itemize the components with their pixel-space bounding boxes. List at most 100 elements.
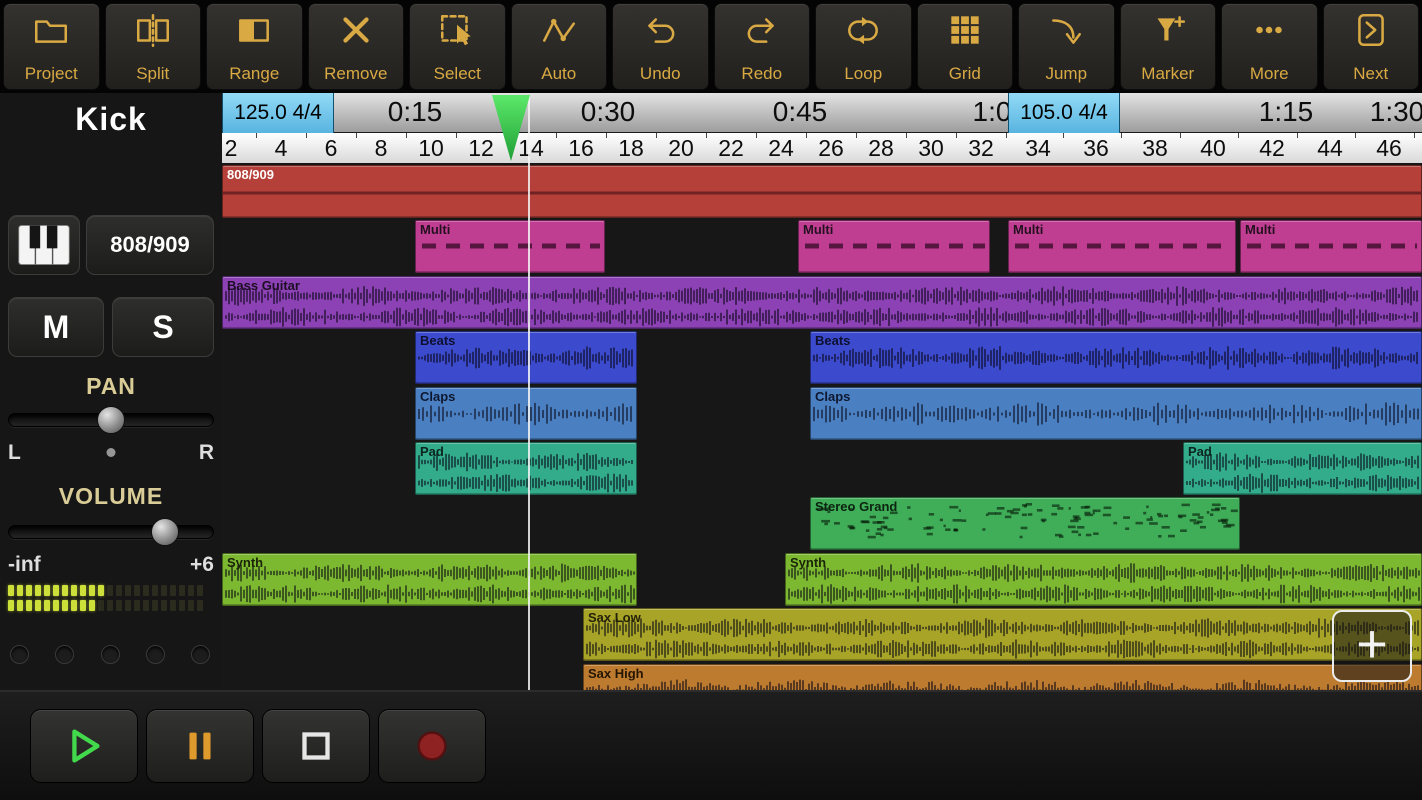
bar-tick [856, 133, 857, 138]
bar-number: 40 [1200, 135, 1226, 161]
instrument-button[interactable] [8, 215, 80, 275]
bar-number: 26 [818, 135, 844, 161]
loop-button[interactable]: Loop [815, 3, 912, 90]
pan-slider[interactable] [8, 405, 214, 435]
tempo-marker[interactable]: 105.0 4/4 [1008, 93, 1120, 133]
meter-segment [98, 600, 104, 611]
automation-icon [542, 18, 575, 42]
next-icon [1357, 14, 1384, 46]
meter-segment [197, 585, 203, 596]
clip-waveform [788, 563, 1420, 604]
arrangement-area[interactable]: 808/909 Multi Multi Multi Multi Bass Guitar Be… [222, 163, 1422, 690]
clip-label: Multi [1245, 222, 1276, 238]
bar-number: 16 [568, 135, 594, 161]
volume-scale: -inf +6 [8, 553, 214, 577]
clip-label: Beats [420, 333, 456, 349]
meter-segment [80, 585, 86, 596]
audio-clip[interactable]: Multi [1008, 220, 1236, 274]
meter-segment [44, 600, 50, 611]
clip-label: Synth [790, 554, 827, 570]
tempo-marker[interactable]: 125.0 4/4 [222, 93, 334, 133]
project-button[interactable]: Project [3, 3, 100, 90]
bar-tick [406, 133, 407, 138]
timeline-ruler[interactable]: 0:15 0:30 0:45 1:0 1:15 1:30 125.0 4/4 105.0 4/… [222, 93, 1422, 163]
audio-clip[interactable]: Sax Low [583, 608, 1422, 662]
volume-slider-track [8, 525, 214, 539]
audio-clip[interactable]: Bass Guitar [222, 275, 1422, 329]
bar-tick [706, 133, 707, 138]
audio-clip[interactable]: Synth [222, 552, 637, 606]
volume-knob[interactable] [150, 518, 179, 546]
bar-number: 44 [1317, 135, 1343, 161]
page-dot[interactable] [55, 645, 75, 664]
audio-clip[interactable]: Multi [415, 220, 605, 274]
bar-number: 14 [518, 135, 544, 161]
clip-label: Sax High [588, 665, 644, 681]
page-dot[interactable] [100, 645, 120, 664]
meter-segment [161, 600, 167, 611]
level-meter [8, 585, 214, 615]
stop-button[interactable] [262, 709, 370, 783]
page-dot[interactable] [10, 645, 29, 664]
audio-clip[interactable]: Claps [415, 386, 637, 440]
redo-button[interactable]: Redo [713, 3, 810, 90]
bar-tick [1238, 133, 1239, 138]
audio-clip[interactable]: Pad [1183, 442, 1422, 495]
play-button[interactable] [30, 709, 138, 783]
audio-clip[interactable]: Beats [810, 331, 1422, 385]
bar-tick [356, 133, 357, 138]
audio-clip[interactable]: Synth [785, 552, 1422, 606]
pan-knob[interactable] [97, 406, 125, 434]
bar-tick [306, 133, 307, 138]
meter-segment [179, 585, 185, 596]
page-dot[interactable] [191, 645, 210, 664]
instrument-name-button[interactable]: 808/909 [86, 215, 214, 275]
meter-segment [107, 585, 113, 596]
time-ruler[interactable]: 0:15 0:30 0:45 1:0 1:15 1:30 125.0 4/4 105.0 4/… [222, 93, 1422, 133]
audio-clip[interactable]: Pad [415, 442, 637, 495]
audio-clip[interactable]: Stereo Grand [810, 497, 1240, 551]
page-dot[interactable] [145, 645, 165, 664]
next-button[interactable]: Next [1322, 3, 1419, 90]
bar-ruler[interactable]: 2 4 6 8 10 12 14 16 18 20 22 24 26 28 30 32 34 36 38 40 42 44… [222, 133, 1422, 163]
select-icon [441, 15, 471, 46]
meter-segment [179, 600, 185, 611]
mute-button[interactable]: M [8, 297, 104, 357]
remove-button[interactable]: Remove [307, 3, 404, 90]
clip-label: Pad [420, 444, 444, 459]
solo-button[interactable]: S [112, 297, 214, 357]
grid-button[interactable]: Grid [916, 3, 1013, 90]
split-button[interactable]: Split [104, 3, 201, 90]
pause-button[interactable] [146, 709, 254, 783]
select-button[interactable]: Select [409, 3, 506, 90]
meter-segment [170, 600, 176, 611]
audio-clip[interactable]: Sax High [583, 663, 1422, 690]
audio-clip[interactable]: Beats [415, 331, 637, 385]
bar-number: 20 [668, 135, 694, 161]
audio-clip[interactable]: 808/909 [222, 165, 1422, 218]
track-row-multi: Multi Multi Multi Multi [222, 220, 1422, 274]
bar-tick [956, 133, 957, 138]
jump-button[interactable]: Jump [1018, 3, 1115, 90]
bar-tick [756, 133, 757, 138]
range-button[interactable]: Range [206, 3, 303, 90]
audio-clip[interactable]: Multi [1240, 220, 1422, 274]
undo-icon [648, 18, 675, 43]
track-row-bass-guitar: Bass Guitar [222, 275, 1422, 329]
audio-clip[interactable]: Multi [798, 220, 990, 274]
clip-waveform [225, 563, 635, 604]
volume-slider[interactable] [8, 517, 214, 547]
undo-button[interactable]: Undo [612, 3, 709, 90]
more-button[interactable]: More [1221, 3, 1318, 90]
bar-tick [1006, 133, 1007, 138]
clip-waveform [813, 346, 1418, 371]
audio-clip[interactable]: Claps [810, 386, 1422, 440]
pan-label: PAN [86, 373, 136, 399]
clip-label: 808/909 [227, 167, 274, 182]
auto-button[interactable]: Auto [510, 3, 607, 90]
marker-button[interactable]: Marker [1119, 3, 1216, 90]
record-button[interactable] [378, 709, 486, 783]
bar-number: 2 [224, 135, 238, 161]
meter-segment [62, 585, 68, 596]
add-track-button[interactable]: + [1332, 610, 1412, 682]
